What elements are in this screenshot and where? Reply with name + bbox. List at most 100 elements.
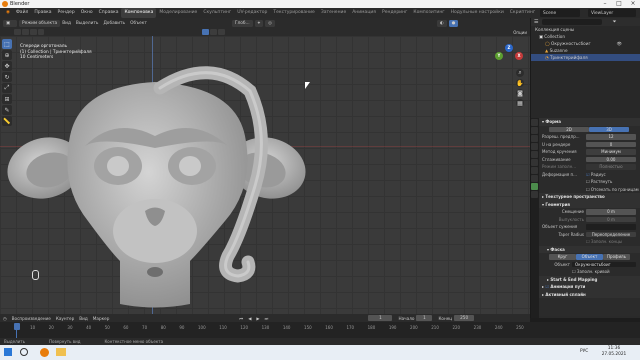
gizmo-y-icon[interactable]: Y (495, 52, 503, 60)
workspace-tab-uv[interactable]: UV-редактор (234, 8, 270, 18)
section-start-end[interactable]: ▸ Start & End Mapping (539, 275, 640, 283)
menu-help[interactable]: Справка (96, 8, 122, 18)
workspace-tab-compositing[interactable]: Композитинг (410, 8, 447, 18)
overlay-icon[interactable]: ◐ (436, 19, 447, 27)
outliner-row-suzanne[interactable]: ▲ Suzanne (531, 47, 640, 54)
timeline-editor-icon[interactable]: ◷ (3, 316, 7, 321)
menu-edit[interactable]: Правка (31, 8, 54, 18)
workspace-tab-scripting[interactable]: Скриптинг (507, 8, 538, 18)
timeline-area[interactable]: 1102030405060708090100110120130140150160… (0, 322, 640, 338)
resolution-render-value[interactable]: 0 (586, 141, 636, 148)
outliner-row-collection[interactable]: ▣ Collection (531, 33, 640, 40)
show-gizmo-icon[interactable] (218, 29, 225, 35)
scene-tab-icon[interactable] (531, 143, 538, 150)
viewlayer-selector[interactable]: ViewLayer (588, 9, 636, 17)
checkbox-fill-caps-2-icon[interactable]: ☐ (572, 269, 576, 274)
menu-add[interactable]: Добавить (103, 21, 125, 26)
section-bevel[interactable]: ▾ Фаска (539, 245, 640, 253)
taper-object-field[interactable] (586, 224, 636, 230)
menu-select[interactable]: Выделить (76, 21, 99, 26)
start-frame-field[interactable]: 1 (416, 315, 433, 321)
outliner-row-scene-collection[interactable]: Коллекция сцены (531, 26, 640, 33)
menu-view[interactable]: Вид (62, 21, 71, 26)
world-tab-icon[interactable] (531, 151, 538, 158)
perspective-toggle-icon[interactable]: ▦ (516, 99, 524, 107)
shading-solid-icon[interactable]: ● (448, 19, 459, 27)
navigation-gizmo[interactable]: Z X Y ⌕ ✋ ◙ ▦ (493, 38, 525, 138)
playhead[interactable] (14, 323, 20, 330)
smooth-value[interactable]: 0.00 (586, 156, 636, 163)
close-button[interactable]: × (626, 0, 640, 8)
extrude-value[interactable]: 0 m (586, 216, 636, 223)
bevel-profile-button[interactable]: Профиль (603, 254, 630, 260)
snap-target-icon[interactable] (210, 29, 218, 35)
menu-window[interactable]: Окно (78, 8, 96, 18)
workspace-tab-layout[interactable]: Компоновка (121, 8, 157, 18)
checkbox-bounds-icon[interactable]: ☐ (586, 187, 590, 192)
outliner-type-icon[interactable]: ☰ (534, 19, 538, 25)
modifier-tab-icon[interactable] (531, 167, 538, 174)
play-icon[interactable]: ▶ (256, 316, 259, 321)
menu-object[interactable]: Объект (130, 21, 147, 26)
material-tab-icon[interactable] (531, 191, 538, 198)
current-frame-field[interactable]: 1 (368, 315, 393, 321)
proportional-edit-icon[interactable]: ◎ (265, 19, 275, 27)
jump-end-icon[interactable]: ⏭ (265, 316, 269, 321)
bevel-round-button[interactable]: Круг (549, 254, 576, 260)
windows-start-icon[interactable] (4, 348, 12, 356)
camera-view-icon[interactable]: ◙ (516, 89, 524, 97)
workspace-tab-rendering[interactable]: Рендеринг (379, 8, 410, 18)
scene-selector[interactable]: Scene (540, 9, 580, 17)
transform-tool-icon[interactable]: ⊞ (2, 94, 12, 104)
taskbar-blender-icon[interactable] (40, 348, 49, 357)
section-geometry[interactable]: ▾ Геометрия (539, 200, 640, 208)
taskbar-explorer-icon[interactable] (56, 348, 66, 356)
select-subtract-icon[interactable] (29, 29, 37, 35)
select-extend-icon[interactable] (21, 29, 29, 35)
workspace-tab-animation[interactable]: Анимация (349, 8, 379, 18)
toggle-2d[interactable]: 2D (549, 126, 589, 133)
menu-keying[interactable]: Каунтер (56, 316, 74, 321)
maximize-button[interactable]: □ (612, 0, 626, 8)
3d-viewport[interactable] (0, 36, 530, 314)
offset-value[interactable]: 0 m (586, 209, 636, 215)
outliner-row-circle[interactable]: ◯ Окружностьсбоиг 👁 (531, 40, 640, 47)
filter-icon[interactable]: ⏷ (612, 19, 616, 25)
checkbox-path-anim-icon[interactable]: ☑ (545, 284, 549, 289)
workspace-tab-sculpting[interactable]: Скульптинг (200, 8, 234, 18)
section-active-spline[interactable]: ▸ Активный сплайн (539, 290, 640, 298)
fill-mode-select[interactable]: Полностью (586, 164, 636, 170)
taskbar-clock[interactable]: 11:36 27.05.2021 (598, 346, 630, 358)
menu-render[interactable]: Рендер (55, 8, 78, 18)
physics-tab-icon[interactable] (531, 175, 538, 182)
rotate-tool-icon[interactable]: ↻ (2, 72, 12, 82)
zoom-icon[interactable]: ⌕ (516, 69, 524, 77)
jump-start-icon[interactable]: ⏮ (239, 316, 243, 321)
scale-tool-icon[interactable]: ⤢ (2, 83, 12, 93)
checkbox-stretch-icon[interactable]: ☐ (586, 179, 590, 184)
select-mode-icon[interactable] (14, 29, 21, 35)
twist-method-select[interactable]: Минимум (586, 149, 636, 155)
editor-type-button[interactable]: ▣ (3, 19, 17, 27)
output-tab-icon[interactable] (531, 135, 538, 142)
bevel-object-button[interactable]: Объект (576, 254, 603, 260)
pan-icon[interactable]: ✋ (516, 79, 524, 87)
move-tool-icon[interactable]: ✥ (2, 61, 12, 71)
outliner-row-trinket[interactable]: ◔ Тринктерийфаля (531, 54, 640, 61)
section-shape[interactable]: ▾ Форма (539, 118, 640, 126)
pivot-icon[interactable] (202, 29, 210, 35)
end-frame-field[interactable]: 250 (454, 315, 475, 321)
menu-file[interactable]: Файл (13, 8, 31, 18)
menu-marker[interactable]: Маркер (93, 316, 110, 321)
cursor-tool-icon[interactable]: ⊕ (2, 50, 12, 60)
annotate-tool-icon[interactable]: ✎ (2, 105, 12, 115)
tool-tab-icon[interactable] (531, 119, 538, 126)
menu-playback[interactable]: Воспроизведение (12, 316, 51, 321)
blender-menu-icon[interactable]: ◉ (3, 8, 13, 18)
visibility-eye-icon[interactable]: 👁 (617, 40, 622, 47)
gizmo-x-icon[interactable]: X (515, 52, 523, 60)
measure-tool-icon[interactable]: 📏 (2, 116, 12, 126)
taper-radius-select[interactable]: Переопределение (586, 231, 636, 238)
workspace-tab-modeling[interactable]: Моделирование (156, 8, 200, 18)
workspace-tab-geometry[interactable]: Нодульные настройки (448, 8, 507, 18)
